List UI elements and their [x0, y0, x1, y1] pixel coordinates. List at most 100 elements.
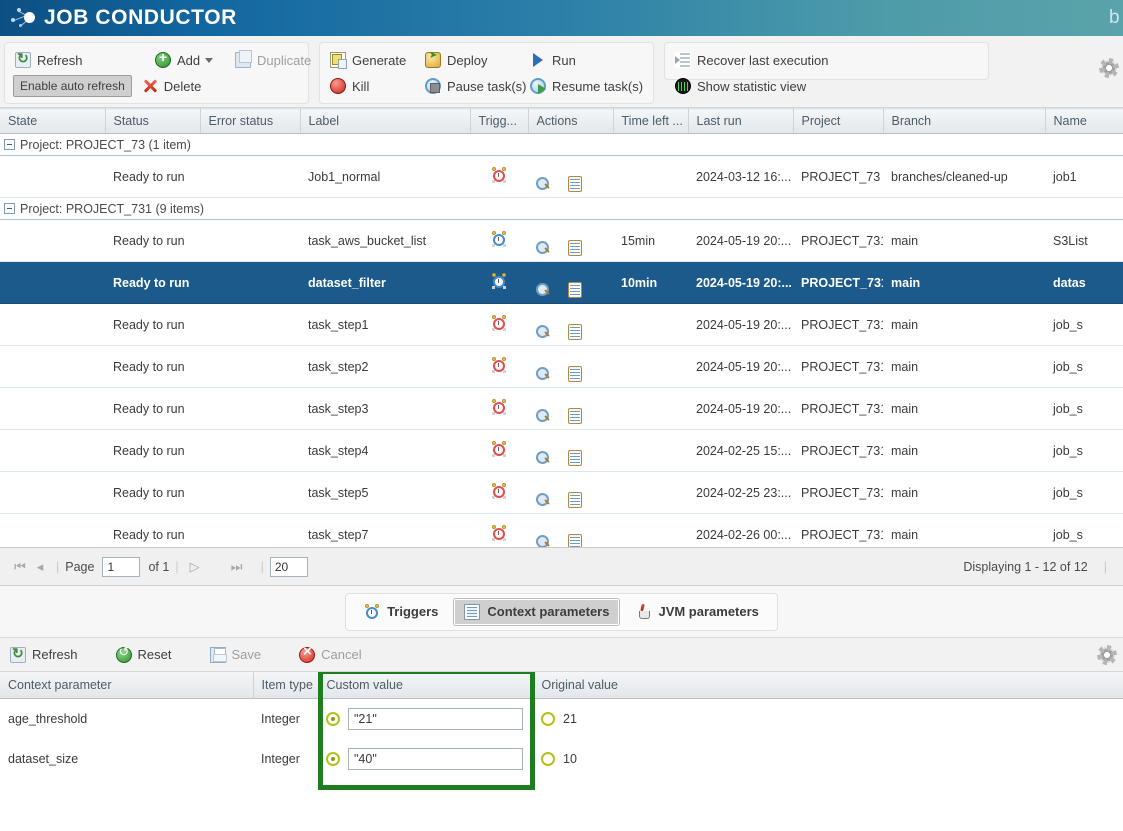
- table-row[interactable]: Ready to runtask_step52024-02-25 23:...P…: [0, 472, 1123, 514]
- context-refresh-button[interactable]: Refresh: [8, 642, 100, 668]
- alarm-clock-blue-icon[interactable]: [491, 273, 507, 289]
- table-row[interactable]: Ready to runJob1_normal2024-03-12 16:...…: [0, 156, 1123, 198]
- magnifier-icon[interactable]: [536, 325, 550, 339]
- alarm-clock-red-icon[interactable]: [491, 525, 507, 541]
- column-header-context-parameter[interactable]: Context parameter: [0, 672, 253, 699]
- column-header-original-value[interactable]: Original value: [533, 672, 1123, 699]
- cell-trigger[interactable]: [470, 472, 528, 514]
- clipboard-icon[interactable]: [568, 534, 582, 549]
- context-save-button[interactable]: Save: [208, 642, 284, 668]
- clipboard-icon[interactable]: [568, 492, 582, 508]
- delete-button[interactable]: Delete: [140, 73, 220, 99]
- alarm-clock-red-icon[interactable]: [491, 315, 507, 331]
- alarm-clock-red-icon[interactable]: [491, 399, 507, 415]
- column-header-item-type[interactable]: Item type: [253, 672, 318, 699]
- page-size-input[interactable]: [270, 557, 308, 577]
- alarm-clock-red-icon[interactable]: [491, 441, 507, 457]
- custom-value-radio[interactable]: [326, 752, 340, 766]
- magnifier-icon[interactable]: [536, 177, 550, 191]
- alarm-clock-red-icon[interactable]: [491, 167, 507, 183]
- column-header-state[interactable]: State: [0, 109, 105, 134]
- column-header-last-run[interactable]: Last run: [688, 109, 793, 134]
- context-settings-button[interactable]: [1099, 647, 1115, 663]
- cell-trigger[interactable]: [470, 388, 528, 430]
- group-header-row[interactable]: Project: PROJECT_73 (1 item): [0, 134, 1123, 156]
- first-page-icon[interactable]: ⏮: [10, 557, 30, 577]
- table-row[interactable]: Ready to runtask_aws_bucket_list15min202…: [0, 220, 1123, 262]
- column-header-actions[interactable]: Actions: [528, 109, 613, 134]
- cell-trigger[interactable]: [470, 220, 528, 262]
- original-value-radio[interactable]: [541, 712, 555, 726]
- clipboard-icon[interactable]: [568, 450, 582, 466]
- context-table-row[interactable]: dataset_sizeInteger10: [0, 739, 1123, 779]
- clipboard-icon[interactable]: [568, 324, 582, 340]
- column-header-label[interactable]: Label: [300, 109, 470, 134]
- column-header-error-status[interactable]: Error status: [200, 109, 300, 134]
- context-reset-button[interactable]: Reset: [114, 642, 194, 668]
- generate-button[interactable]: Generate: [328, 47, 423, 73]
- magnifier-icon[interactable]: [536, 367, 550, 381]
- magnifier-icon[interactable]: [536, 241, 550, 255]
- deploy-button[interactable]: Deploy: [423, 47, 528, 73]
- tab-context-parameters[interactable]: Context parameters: [454, 599, 619, 625]
- page-number-input[interactable]: [102, 557, 140, 577]
- original-value-radio[interactable]: [541, 752, 555, 766]
- clipboard-icon[interactable]: [568, 176, 582, 192]
- table-row[interactable]: Ready to runtask_step42024-02-25 15:...P…: [0, 430, 1123, 472]
- magnifier-icon[interactable]: [536, 409, 550, 423]
- toolbar-settings-button[interactable]: [1101, 60, 1117, 76]
- magnifier-icon[interactable]: [536, 535, 550, 549]
- column-header-status[interactable]: Status: [105, 109, 200, 134]
- custom-value-radio[interactable]: [326, 712, 340, 726]
- clipboard-icon[interactable]: [568, 240, 582, 256]
- magnifier-icon[interactable]: [536, 493, 550, 507]
- column-header-time-left[interactable]: Time left ...: [613, 109, 688, 134]
- add-button[interactable]: Add: [153, 47, 233, 73]
- table-row[interactable]: Ready to runtask_step12024-05-19 20:...P…: [0, 304, 1123, 346]
- cell-trigger[interactable]: [470, 346, 528, 388]
- custom-value-input[interactable]: [348, 748, 523, 770]
- context-cancel-button[interactable]: Cancel: [297, 642, 383, 668]
- clipboard-icon[interactable]: [568, 408, 582, 424]
- cell-trigger[interactable]: [470, 430, 528, 472]
- table-row[interactable]: Ready to rundataset_filter10min2024-05-1…: [0, 262, 1123, 304]
- alarm-clock-red-icon[interactable]: [491, 357, 507, 373]
- last-page-icon[interactable]: ⏭: [227, 557, 247, 577]
- table-row[interactable]: Ready to runtask_step22024-05-19 20:...P…: [0, 346, 1123, 388]
- alarm-clock-blue-icon[interactable]: [491, 231, 507, 247]
- column-header-branch[interactable]: Branch: [883, 109, 1045, 134]
- column-header-triggers[interactable]: Trigg...: [470, 109, 528, 134]
- prev-page-icon[interactable]: ◂: [30, 557, 50, 577]
- show-statistic-view-button[interactable]: Show statistic view: [673, 73, 818, 99]
- tab-triggers[interactable]: Triggers: [354, 599, 448, 625]
- table-row[interactable]: Ready to runtask_step72024-02-26 00:...P…: [0, 514, 1123, 549]
- clipboard-icon[interactable]: [568, 366, 582, 382]
- column-header-name[interactable]: Name: [1045, 109, 1123, 134]
- duplicate-button[interactable]: Duplicate: [233, 47, 293, 73]
- magnifier-icon[interactable]: [536, 283, 550, 297]
- magnifier-icon[interactable]: [536, 451, 550, 465]
- context-table-row[interactable]: age_thresholdInteger21: [0, 699, 1123, 739]
- collapse-icon[interactable]: [4, 139, 15, 150]
- cell-trigger[interactable]: [470, 156, 528, 198]
- collapse-icon[interactable]: [4, 203, 15, 214]
- cell-trigger[interactable]: [470, 304, 528, 346]
- pause-tasks-button[interactable]: Pause task(s): [423, 73, 528, 99]
- refresh-button[interactable]: Refresh: [13, 47, 153, 73]
- clipboard-icon[interactable]: [568, 282, 582, 298]
- column-header-project[interactable]: Project: [793, 109, 883, 134]
- cell-trigger[interactable]: [470, 262, 528, 304]
- resume-tasks-button[interactable]: Resume task(s): [528, 73, 638, 99]
- alarm-clock-red-icon[interactable]: [491, 483, 507, 499]
- custom-value-input[interactable]: [348, 708, 523, 730]
- next-page-icon[interactable]: ▷: [185, 557, 205, 577]
- kill-button[interactable]: Kill: [328, 73, 423, 99]
- enable-auto-refresh-toggle[interactable]: Enable auto refresh: [13, 75, 132, 97]
- run-button[interactable]: Run: [528, 47, 608, 73]
- group-header-row[interactable]: Project: PROJECT_731 (9 items): [0, 198, 1123, 220]
- tab-jvm-parameters[interactable]: JVM parameters: [625, 599, 768, 625]
- recover-last-execution-button[interactable]: Recover last execution: [673, 47, 838, 73]
- table-row[interactable]: Ready to runtask_step32024-05-19 20:...P…: [0, 388, 1123, 430]
- column-header-custom-value[interactable]: Custom value: [318, 672, 533, 699]
- cell-trigger[interactable]: [470, 514, 528, 549]
